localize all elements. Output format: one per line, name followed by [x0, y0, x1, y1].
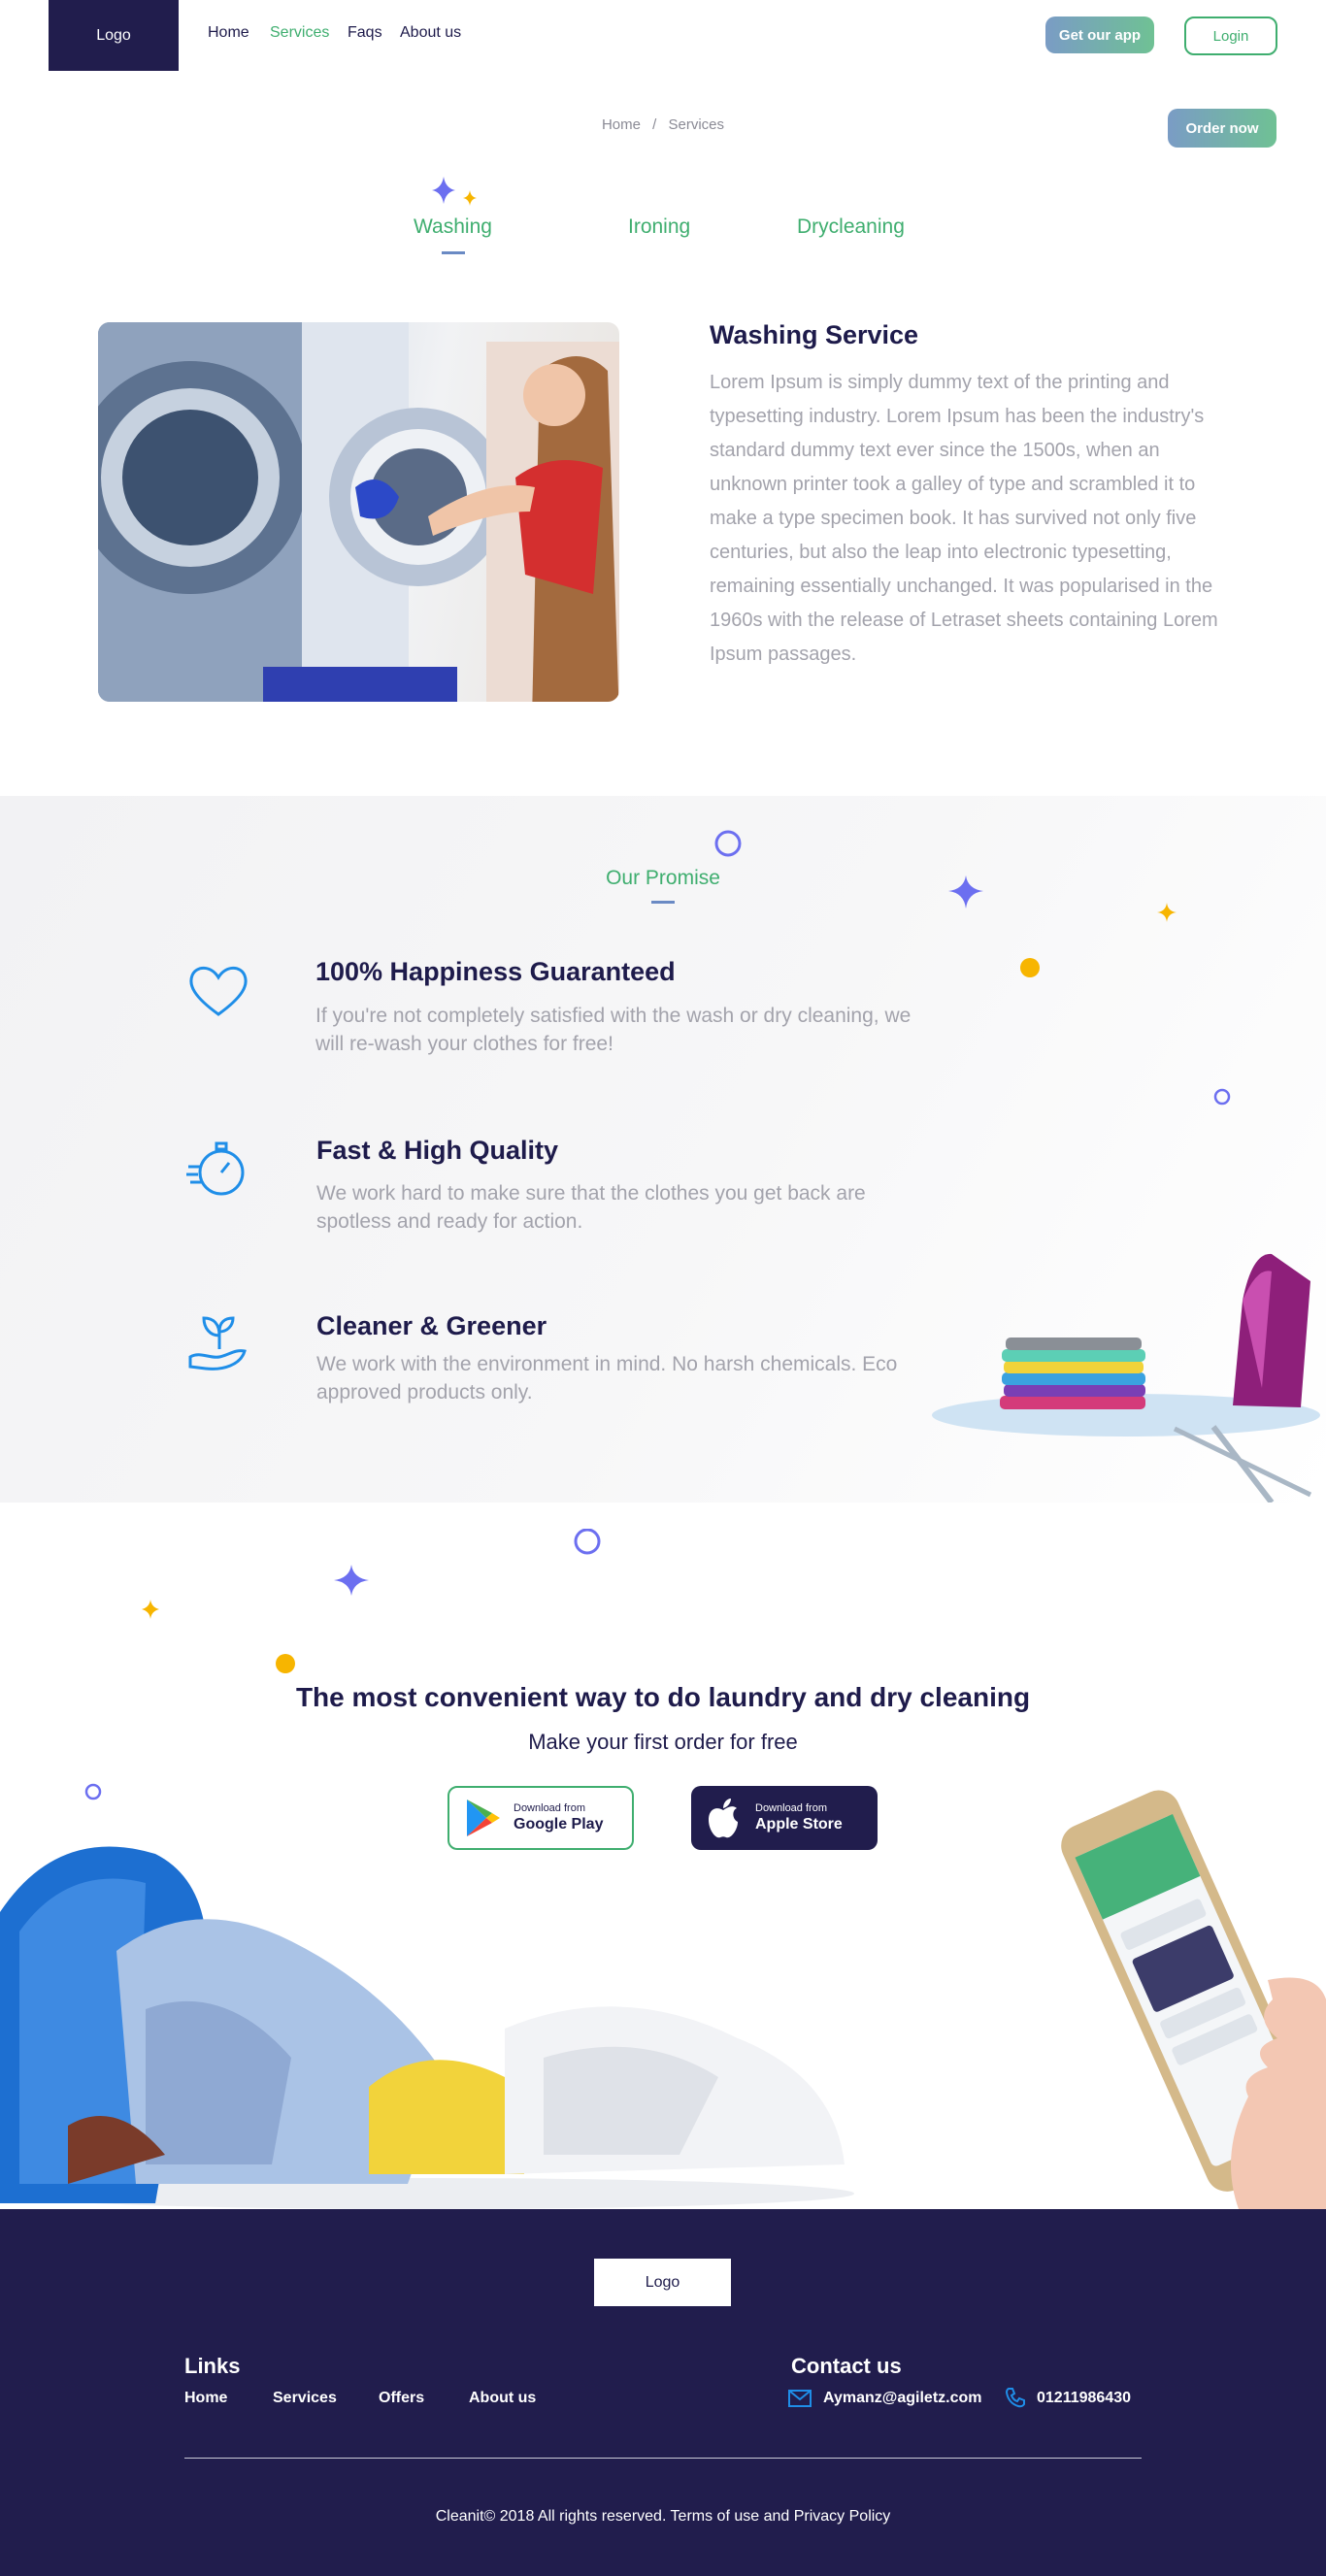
laundry-basket-illustration — [0, 1846, 854, 2209]
footer-links-title: Links — [184, 2354, 241, 2378]
breadcrumb-separator: / — [652, 116, 657, 133]
promise-title-underline — [651, 901, 675, 904]
sparkle-decoration-icon — [432, 177, 477, 206]
nav-about-us[interactable]: About us — [400, 24, 461, 42]
order-now-button[interactable]: Order now — [1168, 109, 1276, 148]
cta-title: The most convenient way to do laundry an… — [295, 1682, 1031, 1712]
circle-decoration-icon — [714, 830, 742, 857]
footer-divider — [184, 2458, 1142, 2459]
footer-email[interactable]: Aymanz@agiletz.com — [823, 2390, 982, 2407]
cta-subtitle: Make your first order for free — [528, 1730, 798, 1754]
footer-logo[interactable]: Logo — [594, 2259, 731, 2306]
feature-description: We work hard to make sure that the cloth… — [316, 1182, 866, 1233]
apple-store-small-label: Download from — [755, 1802, 827, 1814]
footer-copyright: Cleanit© 2018 All rights reserved. Terms… — [435, 2508, 891, 2525]
breadcrumb-home[interactable]: Home — [602, 116, 641, 133]
google-play-icon — [467, 1800, 500, 1836]
our-promise-title: Our Promise — [606, 867, 720, 889]
plant-hand-icon — [188, 1316, 247, 1371]
apple-icon — [709, 1799, 738, 1838]
ironing-board-illustration — [932, 1253, 1320, 1503]
footer-link-home[interactable]: Home — [184, 2390, 227, 2407]
feature-title: Fast & High Quality — [316, 1136, 559, 1165]
washing-service-description: Lorem Ipsum is simply dummy text of the … — [710, 372, 1218, 665]
circle-decoration-icon — [574, 1529, 601, 1555]
feature-description: We work with the environment in mind. No… — [316, 1353, 898, 1404]
nav-home[interactable]: Home — [208, 24, 249, 42]
washing-service-title: Washing Service — [710, 320, 919, 349]
breadcrumb: Home / Services — [0, 116, 1326, 133]
tab-ironing[interactable]: Ironing — [628, 215, 690, 239]
tab-washing[interactable]: Washing — [414, 215, 492, 239]
footer-link-about-us[interactable]: About us — [469, 2390, 536, 2407]
nav-faqs[interactable]: Faqs — [348, 24, 382, 42]
phone-icon — [1005, 2388, 1025, 2408]
google-play-label: Google Play — [514, 1816, 604, 1833]
footer-link-services[interactable]: Services — [273, 2390, 337, 2407]
tab-drycleaning[interactable]: Drycleaning — [797, 215, 905, 239]
phone-in-hand-illustration — [1061, 1790, 1326, 2209]
sparkle-decoration-icon — [1157, 903, 1177, 922]
active-tab-indicator — [442, 251, 465, 254]
google-play-small-label: Download from — [514, 1802, 585, 1814]
nav-services[interactable]: Services — [270, 24, 329, 42]
login-button[interactable]: Login — [1184, 17, 1277, 55]
feature-title: Cleaner & Greener — [316, 1311, 547, 1340]
washing-machine-photo — [98, 322, 619, 702]
feature-description: If you're not completely satisfied with … — [315, 1005, 912, 1055]
circle-decoration-icon — [84, 1783, 102, 1800]
feature-title: 100% Happiness Guaranteed — [315, 957, 676, 986]
footer-link-offers[interactable]: Offers — [379, 2390, 424, 2407]
footer-contact-title: Contact us — [791, 2354, 902, 2378]
footer-phone[interactable]: 01211986430 — [1037, 2390, 1131, 2407]
get-our-app-button[interactable]: Get our app — [1045, 17, 1154, 53]
stopwatch-icon — [186, 1141, 245, 1196]
apple-store-label: Apple Store — [755, 1816, 843, 1833]
circle-decoration-icon — [1213, 1088, 1231, 1106]
breadcrumb-current: Services — [668, 116, 725, 133]
heart-icon — [189, 966, 248, 1016]
mail-icon — [788, 2390, 812, 2407]
dot-decoration-icon — [1020, 958, 1040, 977]
cta-decorations — [142, 1565, 369, 1673]
header-logo[interactable]: Logo — [49, 0, 179, 71]
